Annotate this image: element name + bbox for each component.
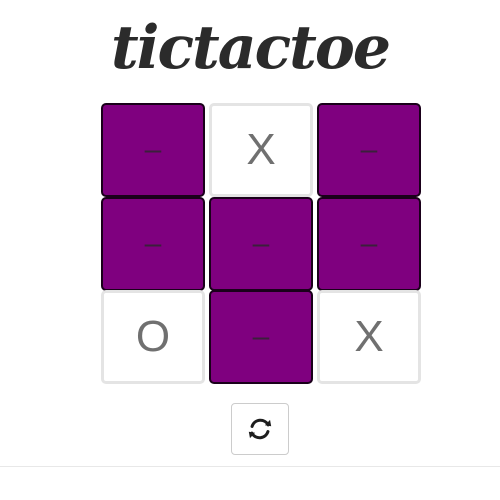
board-cell-1[interactable]: X <box>209 103 313 197</box>
game-title: tictactoe <box>110 13 391 83</box>
board-cell-0[interactable]: – <box>101 103 205 197</box>
board-cell-4[interactable]: – <box>209 197 313 291</box>
board-cell-7[interactable]: – <box>209 290 313 384</box>
footer-divider <box>0 466 500 467</box>
board-cell-5[interactable]: – <box>317 197 421 291</box>
refresh-icon <box>246 415 274 443</box>
board-cell-6[interactable]: O <box>101 290 205 384</box>
board-cell-8[interactable]: X <box>317 290 421 384</box>
reset-button[interactable] <box>231 403 289 455</box>
game-page: tictactoe – X – – – – O – X <box>0 0 500 500</box>
board-cell-3[interactable]: – <box>101 197 205 291</box>
board-cell-2[interactable]: – <box>317 103 421 197</box>
